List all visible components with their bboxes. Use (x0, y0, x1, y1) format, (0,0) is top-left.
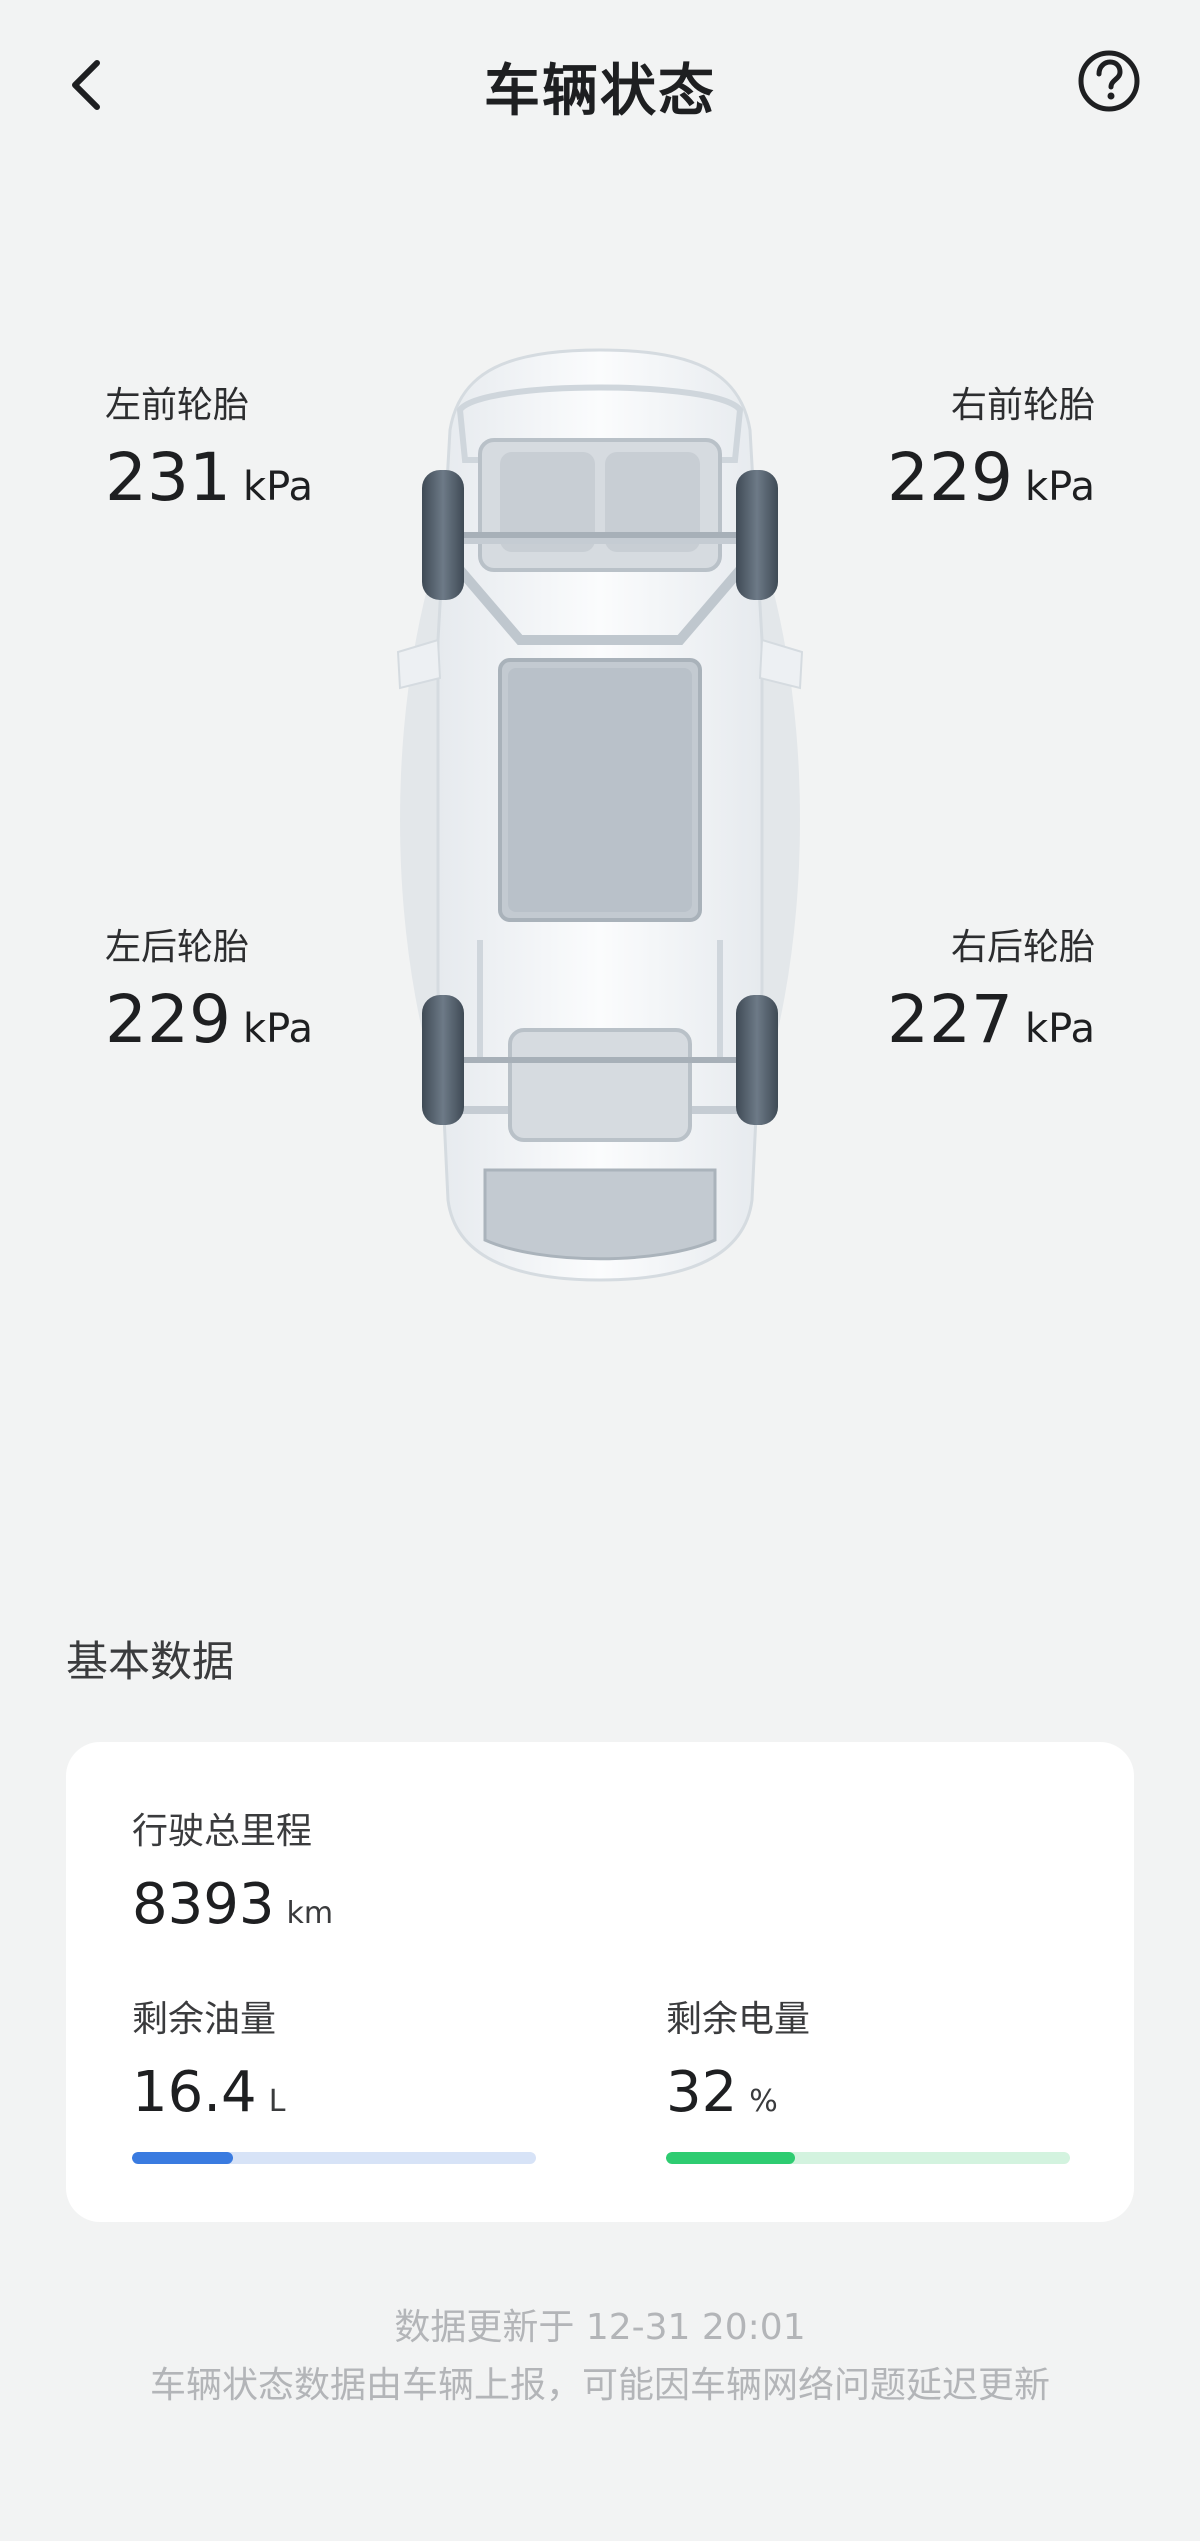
fuel-reading: 16.4 L (132, 2058, 285, 2141)
mileage-label: 行驶总里程 (132, 1811, 313, 1852)
tire-front-left: 左前轮胎 231 kPa (105, 384, 405, 533)
tire-rear-right-label: 右后轮胎 (950, 927, 1095, 968)
tire-rear-left-label: 左后轮胎 (105, 927, 250, 968)
tire-rear-right-unit: kPa (1025, 1006, 1095, 1052)
fuel-unit: L (268, 2084, 286, 2119)
fuel-level-bar (132, 2152, 536, 2164)
fuel-value: 16.4 (132, 2060, 257, 2125)
tire-rear-right-reading: 227 kPa (795, 982, 1095, 1075)
tire-front-left-unit: kPa (242, 464, 313, 510)
update-note-text: 车辆状态数据由车辆上报，可能因车辆网络问题延迟更新 (149, 2365, 1050, 2406)
fuel-label: 剩余油量 (132, 1999, 277, 2040)
mileage-reading: 8393 km (132, 1870, 333, 1953)
update-time-text: 数据更新于 12-31 20:01 (394, 2307, 806, 2348)
tire-rear-right-value: 227 (887, 981, 1013, 1058)
tire-front-right: 右前轮胎 229 kPa (795, 384, 1095, 533)
battery-reading: 32% (666, 2058, 778, 2141)
tire-front-right-label: 右前轮胎 (950, 385, 1095, 426)
page-title: 车辆状态 (484, 59, 716, 124)
basic-data-title: 基本数据 (66, 1637, 235, 1686)
mileage-unit: km (286, 1896, 334, 1931)
tire-front-right-unit: kPa (1025, 464, 1095, 510)
car-chassis-illustration (390, 340, 810, 1290)
fuel-level-bar-fill (132, 2152, 233, 2164)
battery-level-bar-fill (666, 2152, 796, 2164)
tire-rear-left: 左后轮胎 229 kPa (105, 926, 405, 1075)
help-button[interactable] (1064, 36, 1154, 126)
tire-front-right-value: 229 (887, 439, 1013, 516)
tire-rear-right: 右后轮胎 227 kPa (795, 926, 1095, 1075)
battery-unit: % (749, 2084, 778, 2119)
tire-front-right-reading: 229 kPa (795, 440, 1095, 533)
tire-front-left-label: 左前轮胎 (105, 385, 250, 426)
basic-data-card: 行驶总里程 8393 km 剩余油量 16.4 L 剩余电量 32% (66, 1742, 1134, 2222)
header-bar: 车辆状态 (0, 0, 1200, 170)
tire-front-left-reading: 231 kPa (105, 440, 405, 533)
battery-value: 32 (666, 2060, 738, 2125)
battery-level-bar (666, 2152, 1070, 2164)
tire-rear-left-unit: kPa (242, 1006, 313, 1052)
tire-front-left-value: 231 (105, 439, 231, 516)
tire-rear-left-value: 229 (105, 981, 231, 1058)
car-chassis-image (396, 348, 804, 1282)
question-circle-icon (1078, 50, 1140, 112)
tire-rear-left-reading: 229 kPa (105, 982, 405, 1075)
battery-label: 剩余电量 (666, 1999, 811, 2040)
mileage-value: 8393 (132, 1872, 275, 1937)
